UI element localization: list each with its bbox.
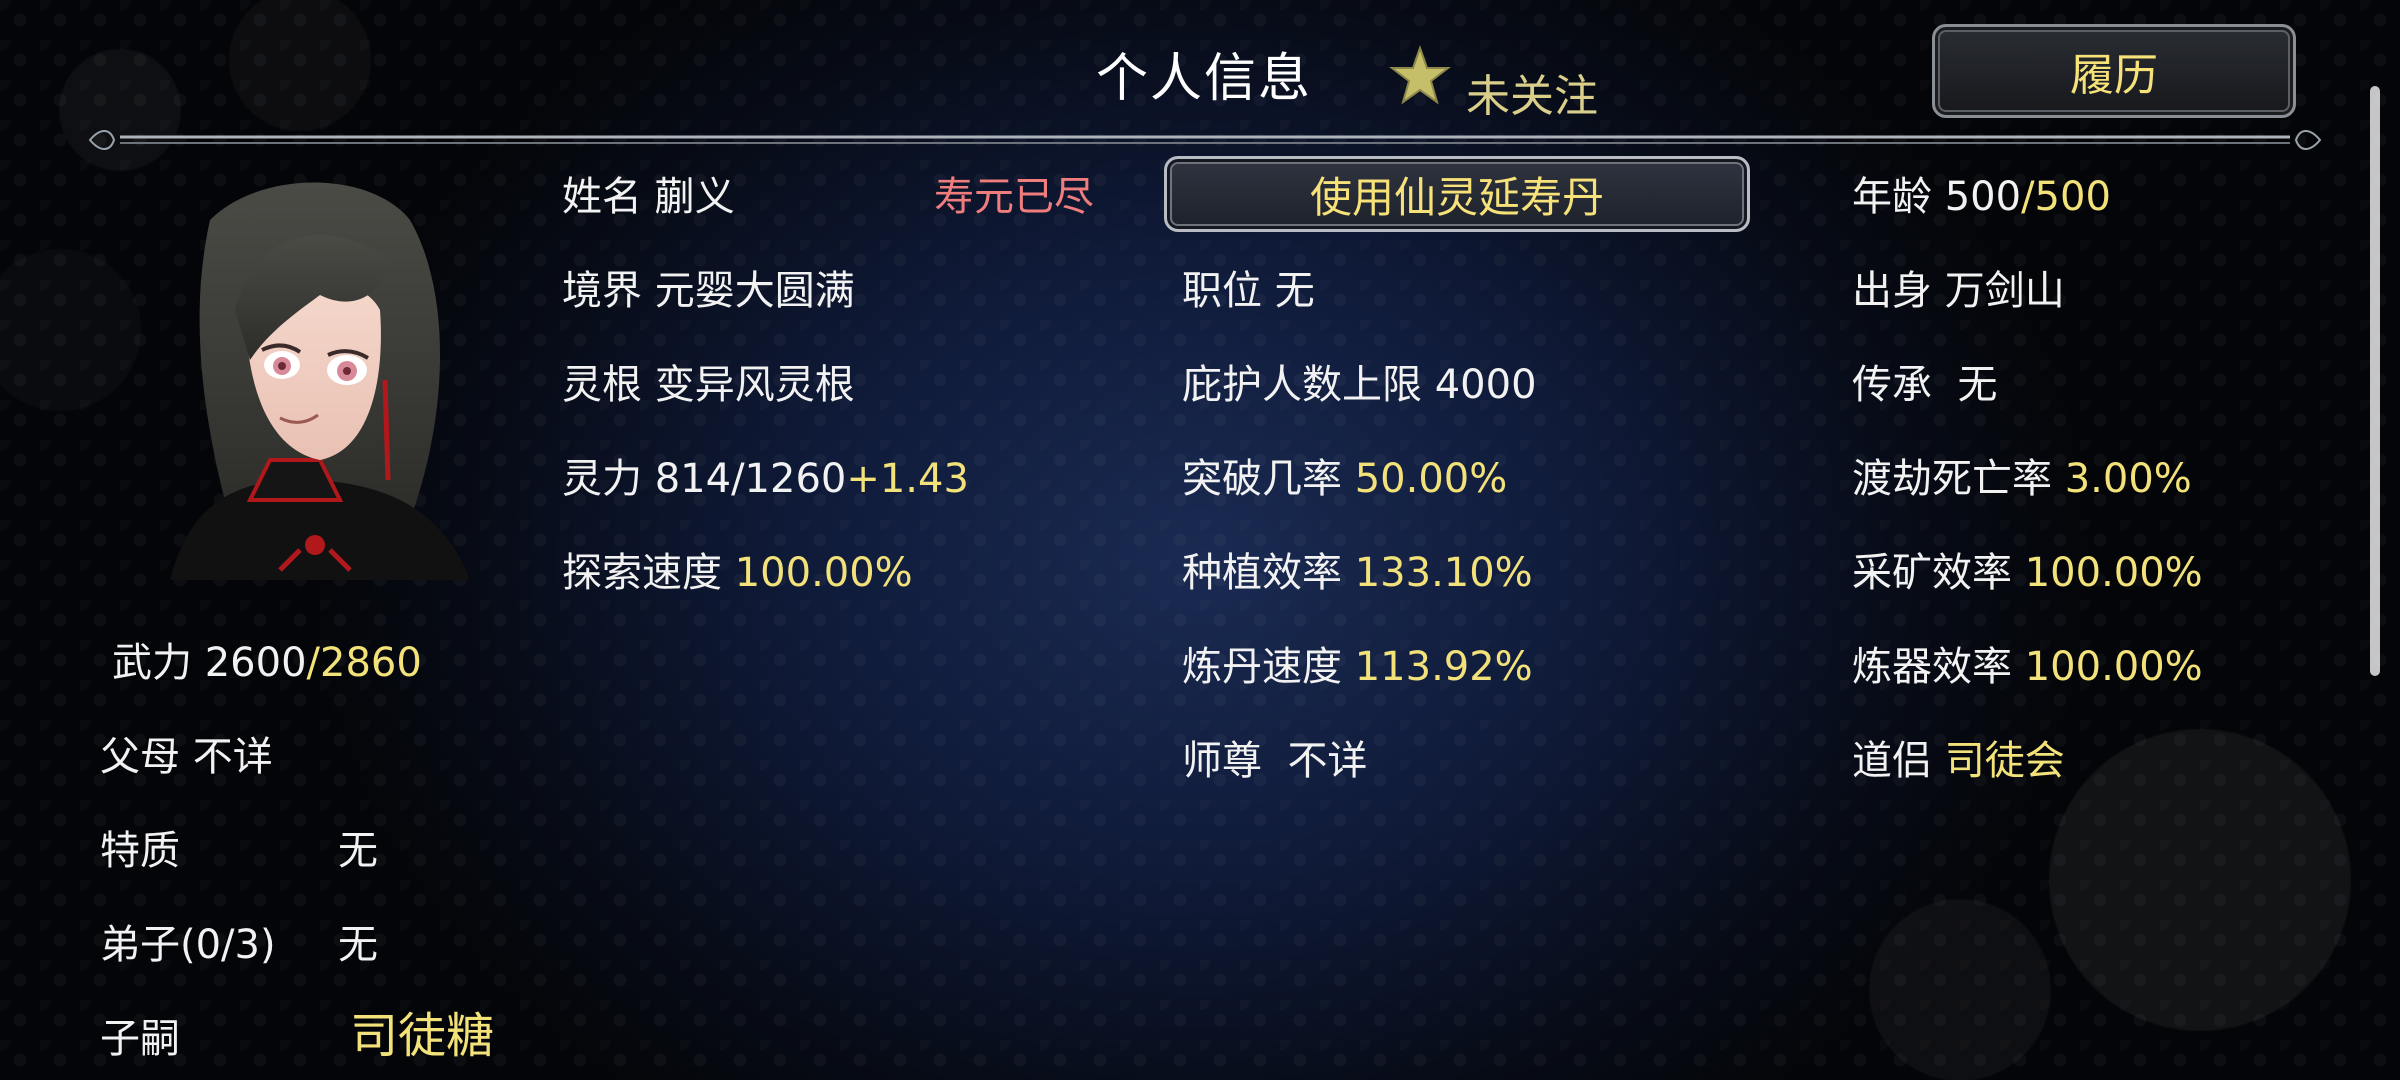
plant-label: 种植效率	[1182, 550, 1342, 596]
explore-label: 探索速度	[562, 550, 722, 596]
power-row: 灵力 814/1260+1.43	[562, 446, 969, 504]
protect-value: 4000	[1434, 362, 1537, 408]
realm-value: 元婴大圆满	[654, 268, 855, 314]
heirs-label: 子嗣	[100, 1016, 180, 1062]
heirs-value[interactable]: 司徒糖	[350, 996, 494, 1066]
breakthrough-value: 50.00%	[1354, 456, 1508, 502]
alchemy-value: 113.92%	[1354, 644, 1533, 690]
page-title: 个人信息	[1096, 49, 1313, 109]
follow-status[interactable]: 未关注	[1466, 60, 1598, 124]
explore-row: 探索速度 100.00%	[562, 540, 913, 598]
star-icon[interactable]	[1388, 44, 1452, 108]
alchemy-row: 炼丹速度 113.92%	[1182, 634, 1533, 692]
parents-label: 父母	[100, 734, 180, 780]
breakthrough-row: 突破几率 50.00%	[1182, 446, 1507, 504]
character-portrait	[170, 182, 470, 580]
position-label: 职位	[1182, 268, 1262, 314]
realm-row: 境界 元婴大圆满	[562, 258, 855, 316]
root-label: 灵根	[562, 362, 642, 408]
parents-value: 不详	[192, 734, 273, 780]
origin-row: 出身 万剑山	[1852, 258, 2065, 316]
inherit-label: 传承	[1852, 362, 1932, 408]
master-value: 不详	[1287, 738, 1368, 784]
age-row: 年龄 500/500	[1852, 164, 2111, 222]
mining-label: 采矿效率	[1852, 550, 2012, 596]
power-label: 灵力	[562, 456, 642, 502]
master-label: 师尊	[1182, 738, 1262, 784]
power-value: 814/1260	[654, 456, 847, 502]
protect-row: 庇护人数上限 4000	[1182, 352, 1537, 410]
inherit-row: 传承 无	[1852, 352, 1997, 410]
alchemy-label: 炼丹速度	[1182, 644, 1342, 690]
force-row: 武力 2600/2860	[112, 630, 422, 688]
traits-label: 特质	[100, 828, 180, 874]
disciples-label: 弟子(0/3)	[100, 922, 276, 968]
realm-label: 境界	[562, 268, 642, 314]
scrollbar[interactable]	[2370, 86, 2380, 676]
position-row: 职位 无	[1182, 258, 1315, 316]
age-value: 500	[1944, 174, 2022, 220]
plant-row: 种植效率 133.10%	[1182, 540, 1533, 598]
disciples-value: 无	[338, 922, 378, 968]
breakthrough-label: 突破几率	[1182, 456, 1342, 502]
partner-value[interactable]: 司徒会	[1945, 738, 2065, 784]
master-row: 师尊 不详	[1182, 728, 1367, 786]
name-value: 蒯义	[654, 174, 735, 220]
origin-value: 万剑山	[1944, 268, 2065, 314]
inherit-value: 无	[1957, 362, 1998, 408]
age-max: /500	[2021, 174, 2111, 220]
forging-row: 炼器效率 100.00%	[1852, 634, 2203, 692]
forging-label: 炼器效率	[1852, 644, 2012, 690]
force-label: 武力	[112, 640, 192, 686]
forging-value: 100.00%	[2024, 644, 2203, 690]
parents-row: 父母 不详	[100, 724, 273, 782]
force-max: /2860	[306, 640, 422, 686]
header-divider	[88, 130, 2322, 150]
root-value: 变异风灵根	[654, 362, 855, 408]
tribulation-row: 渡劫死亡率 3.00%	[1852, 446, 2192, 504]
origin-label: 出身	[1852, 268, 1932, 314]
partner-row: 道侣 司徒会	[1852, 728, 2065, 786]
power-rate: +1.43	[846, 456, 969, 502]
explore-value: 100.00%	[734, 550, 913, 596]
history-button[interactable]: 履历	[1932, 24, 2296, 118]
lifespan-status: 寿元已尽	[934, 174, 1094, 220]
plant-value: 133.10%	[1354, 550, 1533, 596]
age-label: 年龄	[1852, 174, 1932, 220]
traits-value: 无	[338, 828, 378, 874]
force-value: 2600	[204, 640, 307, 686]
root-row: 灵根 变异风灵根	[562, 352, 855, 410]
tribulation-value: 3.00%	[2064, 456, 2192, 502]
use-longevity-pill-button[interactable]: 使用仙灵延寿丹	[1164, 156, 1750, 232]
position-value: 无	[1274, 268, 1315, 314]
protect-label: 庇护人数上限	[1182, 362, 1422, 408]
background-dragon-right	[1780, 660, 2400, 1080]
tribulation-label: 渡劫死亡率	[1852, 456, 2052, 502]
mining-row: 采矿效率 100.00%	[1852, 540, 2203, 598]
name-row: 姓名 蒯义	[562, 164, 735, 222]
name-label: 姓名	[562, 174, 642, 220]
mining-value: 100.00%	[2024, 550, 2203, 596]
partner-label: 道侣	[1852, 738, 1932, 784]
